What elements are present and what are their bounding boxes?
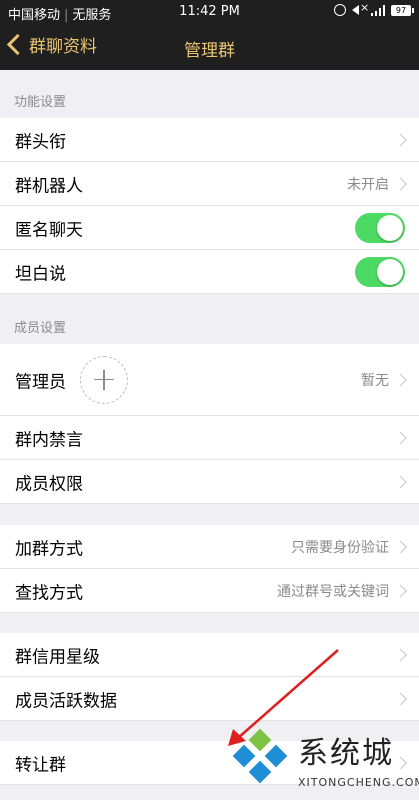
row-member-activity[interactable]: 成员活跃数据: [0, 677, 419, 721]
nav-bar: 群聊资料 管理群: [0, 24, 419, 70]
row-frank-talk: 坦白说: [0, 250, 419, 294]
frank-talk-toggle[interactable]: [355, 256, 405, 287]
row-find-method[interactable]: 查找方式 通过群号或关键词: [0, 569, 419, 613]
mute-icon: [352, 1, 369, 15]
row-mute[interactable]: 群内禁言: [0, 416, 419, 460]
section-header-function: 功能设置: [14, 95, 67, 110]
chevron-right-icon: [394, 584, 407, 597]
row-member-permissions[interactable]: 成员权限: [0, 460, 419, 504]
watermark-logo: 系统城 XITONGCHENG.COM: [228, 726, 419, 800]
row-label: 查找方式: [15, 583, 83, 603]
chevron-right-icon: [394, 177, 407, 190]
row-label: 成员活跃数据: [15, 691, 117, 711]
status-icons: 97: [334, 1, 414, 16]
row-label: 群机器人: [15, 176, 83, 196]
row-group-robot[interactable]: 群机器人 未开启: [0, 162, 419, 206]
row-value: 暂无: [361, 372, 389, 389]
row-credit-stars[interactable]: 群信用星级: [0, 633, 419, 677]
watermark-subtext: XITONGCHENG.COM: [298, 776, 419, 789]
row-label: 匿名聊天: [15, 220, 83, 240]
row-label: 群信用星级: [15, 647, 100, 667]
row-label: 成员权限: [15, 474, 83, 494]
row-anonymous-chat: 匿名聊天: [0, 206, 419, 250]
section-header-member: 成员设置: [14, 321, 67, 336]
row-label: 群头衔: [15, 132, 66, 152]
row-value: 未开启: [347, 176, 389, 193]
row-admin[interactable]: 管理员 暂无: [0, 344, 419, 416]
status-bar: 中国移动|无服务 11:42 PM 97: [0, 0, 419, 24]
row-label: 群内禁言: [15, 430, 83, 450]
row-join-method[interactable]: 加群方式 只需要身份验证: [0, 525, 419, 569]
chevron-right-icon: [394, 133, 407, 146]
chevron-right-icon: [394, 373, 407, 386]
add-admin-button[interactable]: [80, 355, 128, 404]
watermark-text: 系统城: [298, 736, 394, 771]
row-value: 只需要身份验证: [291, 539, 389, 556]
chevron-right-icon: [394, 431, 407, 444]
row-label: 管理员: [15, 372, 66, 392]
chevron-right-icon: [394, 540, 407, 553]
chevron-right-icon: [394, 475, 407, 488]
battery-icon: 97: [391, 4, 414, 16]
row-label: 转让群: [15, 755, 66, 775]
chevron-right-icon: [394, 648, 407, 661]
row-value: 通过群号或关键词: [277, 583, 389, 600]
row-label: 加群方式: [15, 539, 83, 559]
row-group-title[interactable]: 群头衔: [0, 118, 419, 162]
signal-icon: [371, 4, 385, 16]
alarm-icon: [334, 4, 346, 16]
chevron-right-icon: [394, 692, 407, 705]
row-label: 坦白说: [15, 264, 66, 284]
page-title: 管理群: [184, 41, 235, 61]
anonymous-toggle[interactable]: [355, 212, 405, 243]
